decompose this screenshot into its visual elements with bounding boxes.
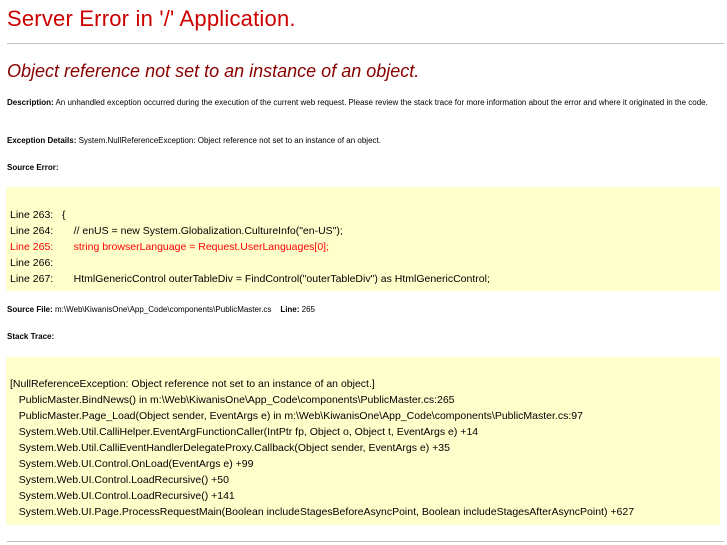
stack-trace-line: [NullReferenceException: Object referenc… — [10, 378, 375, 390]
bottom-divider — [7, 541, 724, 542]
stack-trace-line: System.Web.UI.Page.ProcessRequestMain(Bo… — [10, 506, 635, 518]
source-file-info: Source File: m:\Web\KiwanisOne\App_Code\… — [7, 302, 315, 318]
exception-details-label: Exception Details: — [7, 136, 77, 145]
source-line: Line 263: { — [10, 209, 66, 221]
stack-trace-line: PublicMaster.Page_Load(Object sender, Ev… — [10, 410, 583, 422]
source-line-label: Line: — [280, 305, 300, 314]
exception-details: Exception Details: System.NullReferenceE… — [7, 133, 381, 149]
stack-trace-line: System.Web.Util.CalliEventHandlerDelegat… — [10, 442, 450, 454]
source-line: Line 264: // enUS = new System.Globaliza… — [10, 225, 343, 237]
source-error-heading: Source Error: — [7, 160, 59, 176]
stack-trace-code-block: [NullReferenceException: Object referenc… — [6, 357, 720, 525]
description-label: Description: — [7, 98, 54, 107]
stack-trace-line: System.Web.Util.CalliHelper.EventArgFunc… — [10, 426, 479, 438]
stack-trace-label: Stack Trace: — [7, 332, 55, 341]
stack-trace-line: System.Web.UI.Control.LoadRecursive() +1… — [10, 490, 235, 502]
source-file-label: Source File: — [7, 305, 53, 314]
stack-trace-line: System.Web.UI.Control.OnLoad(EventArgs e… — [10, 458, 254, 470]
stack-trace-heading: Stack Trace: — [7, 329, 54, 345]
source-line: Line 267: HtmlGenericControl outerTableD… — [10, 273, 490, 285]
source-error-label: Source Error: — [7, 163, 59, 172]
stack-trace-line: PublicMaster.BindNews() in m:\Web\Kiwani… — [10, 394, 455, 406]
description-text: An unhandled exception occurred during t… — [53, 98, 708, 107]
exception-details-text: System.NullReferenceException: Object re… — [76, 136, 381, 145]
stack-trace-line: System.Web.UI.Control.LoadRecursive() +5… — [10, 474, 229, 486]
page-title: Server Error in '/' Application. — [7, 6, 296, 31]
source-line-highlighted: Line 265: string browserLanguage = Reque… — [10, 241, 329, 253]
source-line: Line 266: — [10, 257, 54, 269]
title-divider — [7, 43, 724, 44]
source-line-number: 265 — [299, 305, 315, 314]
description: Description: An unhandled exception occu… — [7, 95, 720, 111]
source-file-path: m:\Web\KiwanisOne\App_Code\components\Pu… — [52, 305, 272, 314]
source-error-code-block: Line 263: { Line 264: // enUS = new Syst… — [6, 187, 720, 291]
error-message-heading: Object reference not set to an instance … — [7, 61, 420, 81]
